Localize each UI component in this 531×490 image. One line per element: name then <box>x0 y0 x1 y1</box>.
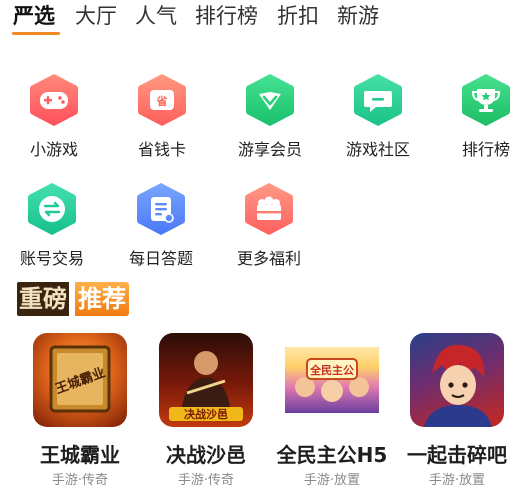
book-icon: 王城霸业 <box>49 345 111 413</box>
game-tag: 手游·放置 <box>303 473 361 488</box>
section-title-left: 重磅 <box>17 282 69 316</box>
game-name: 王城霸业 <box>40 443 120 467</box>
chat-bubble-icon <box>354 74 402 126</box>
trophy-icon <box>462 74 510 126</box>
grid-item-label: 更多福利 <box>236 249 301 268</box>
grid-item-label: 省钱卡 <box>137 140 186 159</box>
game-cover-image: 王城霸业 <box>33 333 127 427</box>
game-card-yiqi[interactable]: 一起击碎吧 手游·放置 <box>393 333 521 490</box>
section-title-right: 推荐 <box>75 282 129 316</box>
grid-item-vip[interactable]: 游享会员 <box>224 72 316 168</box>
grid-item-mini-games[interactable]: 小游戏 <box>8 72 100 168</box>
grid-item-community[interactable]: 游戏社区 <box>332 72 424 168</box>
game-cover-image: 全民主公 <box>285 347 379 413</box>
warrior-icon: 决战沙邑 <box>169 351 243 421</box>
game-name: 一起击碎吧 <box>407 443 507 467</box>
grid-item-leaderboard[interactable]: 排行榜 <box>440 72 531 168</box>
tab-ranking[interactable]: 排行榜 <box>195 2 258 30</box>
tab-discount[interactable]: 折扣 <box>277 2 319 30</box>
category-tabs: 严选 大厅 人气 排行榜 折扣 新游 <box>0 0 531 40</box>
svg-text:省: 省 <box>156 94 168 108</box>
grid-item-label: 小游戏 <box>29 140 78 159</box>
cover-title-text: 决战沙邑 <box>184 407 228 421</box>
grid-item-account-trade[interactable]: 账号交易 <box>6 181 98 277</box>
game-card-juezhan[interactable]: 决战沙邑 决战沙邑 手游·传奇 <box>142 333 270 490</box>
tab-new-games[interactable]: 新游 <box>337 2 379 30</box>
grid-item-daily-quiz[interactable]: 每日答题 <box>115 181 207 277</box>
hero-icon <box>424 344 492 427</box>
grid-item-label: 账号交易 <box>19 249 84 268</box>
game-name: 决战沙邑 <box>166 443 246 467</box>
game-card-wangcheng[interactable]: 王城霸业 王城霸业 手游·传奇 <box>16 333 144 490</box>
vip-chevron-icon <box>246 74 294 126</box>
tab-renqi[interactable]: 人气 <box>135 2 177 30</box>
gamepad-icon <box>30 74 78 126</box>
game-cover-image <box>410 333 504 427</box>
exchange-icon <box>28 183 76 235</box>
grid-item-label: 游戏社区 <box>345 140 410 159</box>
game-name: 全民主公H5 <box>276 443 388 467</box>
game-tag: 手游·放置 <box>428 473 486 488</box>
grid-item-label: 每日答题 <box>128 249 193 268</box>
quiz-doc-icon <box>137 183 185 235</box>
game-card-quanmin[interactable]: 全民主公 全民主公H5 手游·放置 <box>268 333 396 490</box>
grid-item-more-benefits[interactable]: 更多福利 <box>223 181 315 277</box>
grid-item-label: 排行榜 <box>461 140 510 159</box>
tab-yanxuan[interactable]: 严选 <box>13 2 55 30</box>
cover-title-text: 全民主公 <box>309 363 354 377</box>
grid-item-label: 游享会员 <box>237 140 302 159</box>
active-tab-indicator <box>12 32 60 35</box>
game-tag: 手游·传奇 <box>51 473 109 488</box>
grid-item-save-card[interactable]: 省 省钱卡 <box>116 72 208 168</box>
game-tag: 手游·传奇 <box>177 473 235 488</box>
characters-icon: 全民主公 <box>295 358 369 402</box>
game-cover-image: 决战沙邑 <box>159 333 253 427</box>
gift-box-icon <box>245 183 293 235</box>
tab-dating[interactable]: 大厅 <box>75 2 117 30</box>
save-card-icon: 省 <box>138 74 186 126</box>
